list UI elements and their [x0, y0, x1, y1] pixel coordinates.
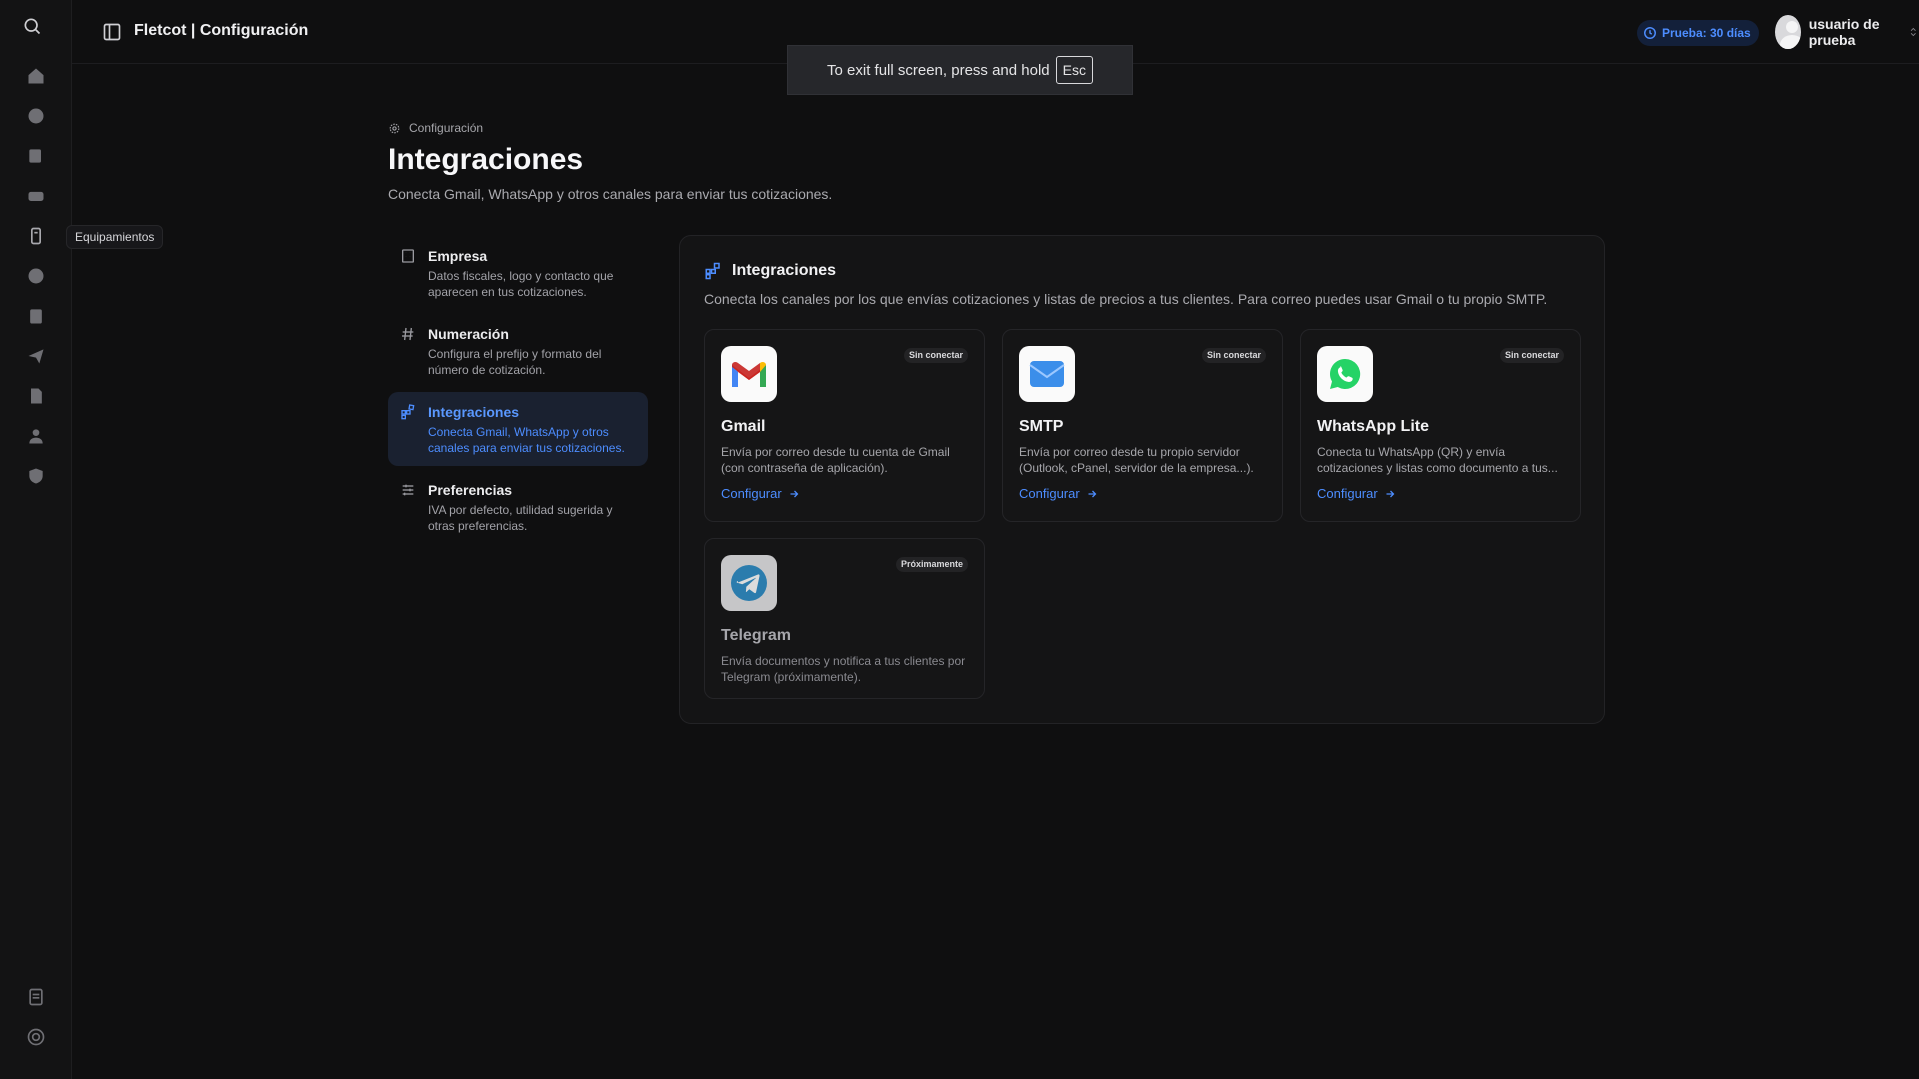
card-title: Gmail — [721, 418, 766, 435]
nav-item-title: Empresa — [428, 248, 488, 264]
integrations-panel: Integraciones Conecta los canales por lo… — [679, 235, 1605, 724]
integration-card-smtp[interactable]: Sin conectar SMTP Envía por correo desde… — [1002, 329, 1283, 522]
nav-item-desc: Configura el prefijo y formato del númer… — [428, 347, 602, 377]
card-title: Telegram — [721, 627, 791, 644]
file-icon[interactable] — [24, 384, 48, 408]
gmail-icon — [721, 346, 777, 402]
card-title: WhatsApp Lite — [1317, 418, 1429, 435]
esc-key: Esc — [1055, 56, 1093, 84]
fullscreen-text: To exit full screen, press and hold — [827, 61, 1050, 79]
card-desc: Envía por correo desde tu propio servido… — [1019, 445, 1254, 475]
notes-icon[interactable] — [24, 985, 48, 1009]
card-desc: Envía por correo desde tu cuenta de Gmai… — [721, 445, 950, 475]
globe-icon[interactable] — [24, 104, 48, 128]
panel-subtitle: Conecta los canales por los que envías c… — [704, 291, 1548, 307]
nav-item-preferencias[interactable]: Preferencias IVA por defecto, utilidad s… — [388, 470, 648, 544]
breadcrumb-label[interactable]: Configuración — [409, 121, 483, 135]
support-icon[interactable] — [24, 1025, 48, 1049]
trial-label: Prueba: 30 días — [1662, 26, 1751, 40]
integration-card-telegram: Próximamente Telegram Envía documentos y… — [704, 538, 985, 699]
panel-title: Integraciones — [732, 262, 837, 279]
edit-icon[interactable] — [24, 144, 48, 168]
dollar-icon[interactable] — [24, 264, 48, 288]
status-badge: Sin conectar — [1201, 348, 1266, 363]
app-title: Fletcot | Configuración — [134, 22, 309, 39]
nav-item-integraciones[interactable]: Integraciones Conecta Gmail, WhatsApp y … — [388, 392, 648, 466]
clipboard-icon[interactable] — [24, 304, 48, 328]
integrations-icon — [705, 262, 720, 280]
search-icon[interactable] — [20, 14, 44, 38]
avatar — [1775, 15, 1801, 49]
configure-label: Configurar — [1019, 486, 1080, 501]
home-icon[interactable] — [24, 64, 48, 88]
user-icon[interactable] — [24, 424, 48, 448]
trial-badge[interactable]: Prueba: 30 días — [1637, 20, 1759, 46]
building-icon — [402, 249, 414, 263]
hash-icon — [402, 327, 414, 341]
card-desc: Conecta tu WhatsApp (QR) y envía cotizac… — [1317, 445, 1558, 475]
nav-item-numeracion[interactable]: Numeración Configura el prefijo y format… — [388, 314, 648, 388]
equipment-icon[interactable] — [24, 224, 48, 248]
arrow-right-icon — [790, 490, 799, 497]
card-desc: Envía documentos y notifica a tus client… — [721, 654, 966, 684]
configure-link[interactable]: Configurar — [1019, 486, 1266, 501]
settings-nav: Empresa Datos fiscales, logo y contacto … — [388, 236, 648, 548]
arrow-right-icon — [1088, 490, 1097, 497]
user-menu[interactable]: usuario de prueba — [1775, 14, 1919, 50]
configure-link[interactable]: Configurar — [1317, 486, 1564, 501]
breadcrumb: Configuración — [388, 121, 483, 135]
sliders-icon — [402, 484, 414, 496]
shield-icon[interactable] — [24, 464, 48, 488]
sidebar-toggle-icon[interactable] — [102, 22, 122, 42]
status-badge: Sin conectar — [903, 348, 968, 363]
integration-card-whatsapp[interactable]: Sin conectar WhatsApp Lite Conecta tu Wh… — [1300, 329, 1581, 522]
page-subtitle: Conecta Gmail, WhatsApp y otros canales … — [388, 186, 833, 202]
mail-envelope-icon — [1019, 346, 1075, 402]
status-badge: Sin conectar — [1499, 348, 1564, 363]
nav-item-title: Numeración — [428, 326, 509, 342]
configure-link[interactable]: Configurar — [721, 486, 968, 501]
telegram-icon — [721, 555, 777, 611]
vehicle-icon[interactable] — [24, 184, 48, 208]
nav-item-desc: IVA por defecto, utilidad sugerida y otr… — [428, 503, 613, 533]
configure-label: Configurar — [1317, 486, 1378, 501]
nav-item-title: Integraciones — [428, 404, 520, 420]
page-title: Integraciones — [388, 143, 584, 176]
card-title: SMTP — [1019, 418, 1064, 435]
integration-card-gmail[interactable]: Sin conectar Gmail Envía por correo desd… — [704, 329, 985, 522]
arrow-right-icon — [1386, 490, 1395, 497]
fullscreen-notice: To exit full screen, press and hold Esc — [787, 45, 1133, 95]
status-badge: Próximamente — [895, 557, 968, 572]
chevrons-up-down-icon — [1911, 27, 1917, 37]
clock-icon — [1644, 27, 1656, 39]
icon-rail — [0, 0, 72, 1079]
send-icon[interactable] — [24, 344, 48, 368]
integrations-icon — [401, 404, 415, 420]
user-name: usuario de prueba — [1808, 16, 1880, 48]
rail-tooltip: Equipamientos — [66, 225, 164, 249]
panel-header: Integraciones — [704, 262, 836, 280]
whatsapp-icon — [1317, 346, 1373, 402]
configure-label: Configurar — [721, 486, 782, 501]
nav-item-desc: Conecta Gmail, WhatsApp y otros canales … — [428, 425, 625, 455]
gear-icon — [389, 123, 400, 133]
nav-item-desc: Datos fiscales, logo y contacto que apar… — [428, 269, 614, 299]
nav-item-title: Preferencias — [428, 482, 513, 498]
nav-item-empresa[interactable]: Empresa Datos fiscales, logo y contacto … — [388, 236, 648, 310]
